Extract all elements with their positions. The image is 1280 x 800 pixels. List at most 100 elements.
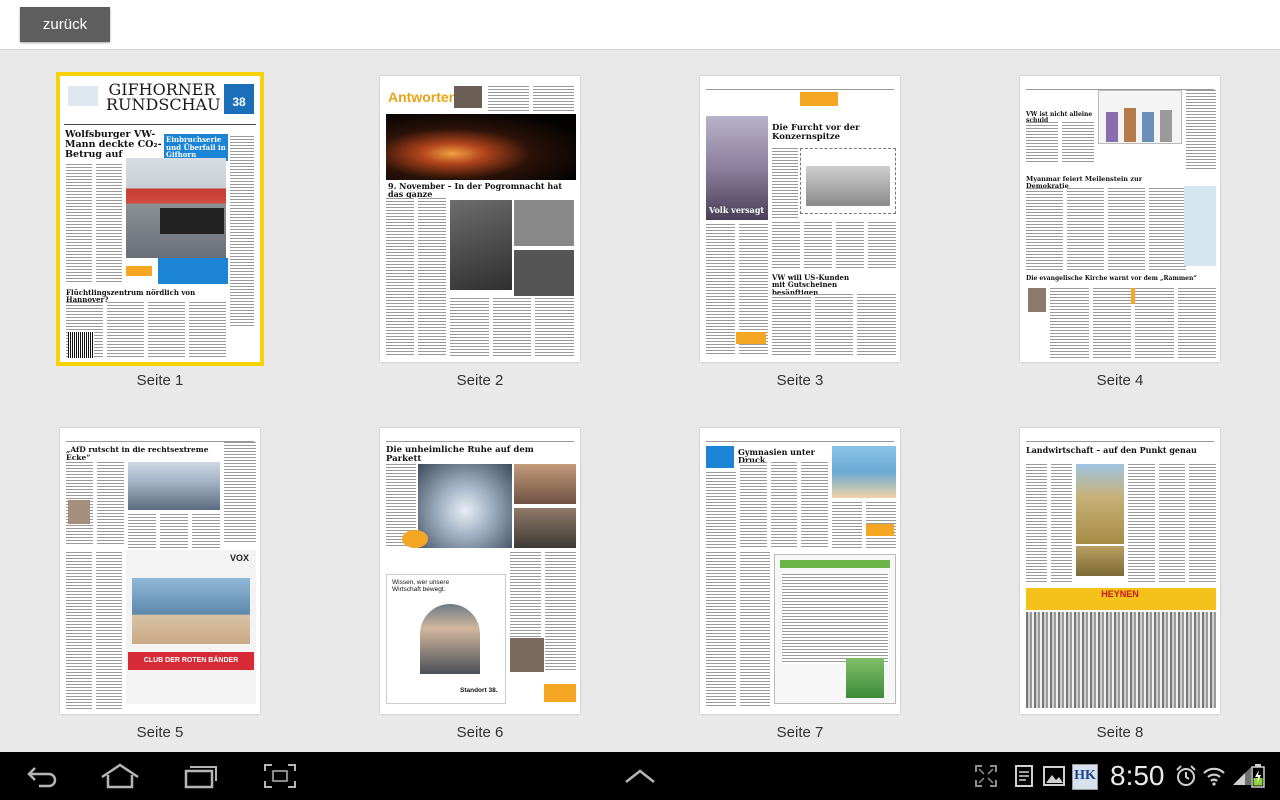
system-navigation-bar: HK 8:50 — [0, 752, 1280, 800]
article-text-2 — [1128, 464, 1217, 582]
page-header — [1026, 80, 1214, 90]
promo-label — [736, 332, 766, 344]
letter-text — [782, 574, 888, 664]
side-text — [772, 148, 798, 218]
tag-label — [800, 92, 838, 106]
page-preview: Landwirtschaft – auf den Punkt genau HEY… — [1020, 428, 1220, 714]
classified-ads — [1026, 612, 1216, 708]
bottom-headline: Die evangelische Kirche warnt vor dem „R… — [1026, 275, 1197, 282]
article-text-2 — [772, 222, 896, 270]
article-text — [1026, 188, 1186, 270]
sticker-badge — [402, 530, 428, 548]
app-notification-badge: HK — [1072, 764, 1098, 790]
portrait-photo — [510, 638, 544, 672]
article-text — [386, 198, 446, 356]
page-preview: VW ist nicht alleine schuld Myanmar feie… — [1020, 76, 1220, 362]
page-caption: Seite 5 — [136, 724, 184, 741]
screenshot-icon[interactable] — [260, 762, 300, 790]
page-caption: Seite 2 — [456, 372, 504, 389]
clock: 8:50 — [1110, 760, 1165, 791]
weather-graphic — [68, 86, 98, 106]
cartoon-figure-2 — [1124, 108, 1136, 142]
section-label — [706, 446, 734, 468]
side-text — [706, 472, 736, 548]
article-text — [740, 462, 829, 548]
recent-apps-icon[interactable] — [180, 762, 220, 790]
ad-title: CLUB DER ROTEN BÄNDER — [128, 652, 254, 670]
divider — [64, 124, 256, 125]
cast-photo — [132, 578, 250, 644]
article-text-2 — [128, 514, 220, 548]
left-column-text — [706, 552, 770, 706]
sidebar-text — [230, 136, 254, 326]
page-header — [386, 432, 574, 442]
side-headline: Einbruchserie und Überfall in Gifhorn — [164, 134, 228, 162]
car-photo — [160, 208, 224, 234]
archive-photos — [514, 200, 574, 296]
portrait-photo — [1028, 288, 1046, 312]
home-nav-icon[interactable] — [100, 762, 140, 790]
page-preview: Gymnasien unter Druck — [700, 428, 900, 714]
article-text — [66, 164, 122, 284]
field-photo — [1076, 464, 1124, 544]
article-text-3 — [772, 294, 897, 356]
barcode — [68, 332, 94, 358]
main-headline: Wolfsburger VW-Mann deckte CO₂-Betrug au… — [65, 129, 162, 160]
trading-floor-photo — [418, 464, 512, 548]
page-header — [706, 80, 894, 90]
page-caption: Seite 3 — [776, 372, 824, 389]
page-preview: „AfD rutscht in die rechtsextreme Ecke“ … — [60, 428, 260, 714]
sub-headline: 9. November – In der Pogromnacht hat das… — [388, 181, 563, 200]
portrait-photos — [454, 86, 482, 108]
car-photo — [806, 166, 890, 206]
battery-charging-icon — [1246, 762, 1270, 790]
portrait-photo — [68, 500, 90, 524]
page-grid: GIFHORNER RUNDSCHAU 38 Wolfsburger VW-Ma… — [0, 50, 1280, 752]
cartoon-figure-4 — [1160, 110, 1172, 142]
commentary-text — [1026, 122, 1094, 162]
ad-portrait — [420, 604, 480, 674]
main-headline: Landwirtschaft – auf den Punkt genau — [1026, 445, 1197, 455]
ad-brand: HEYNEN — [1101, 589, 1139, 599]
masthead: GIFHORNER RUNDSCHAU — [106, 80, 221, 114]
page-caption: Seite 8 — [1096, 724, 1144, 741]
main-headline: Die unheimliche Ruhe auf dem Parkett — [386, 445, 534, 464]
left-column-text — [66, 552, 122, 710]
field-photo-2 — [1076, 546, 1124, 576]
article-text-2 — [1050, 288, 1216, 358]
fire-photo — [386, 114, 576, 180]
sidebar-text — [1186, 90, 1216, 170]
bottom-headline: VW will US-Kunden mit Gutscheinen besänf… — [772, 273, 850, 297]
info-box — [158, 258, 228, 284]
product-bottles — [846, 658, 884, 698]
page-caption: Seite 7 — [776, 724, 824, 741]
page-preview: Volk versagt Die Furcht vor der Konzerns… — [700, 76, 900, 362]
back-button[interactable]: zurück — [20, 7, 110, 42]
ad-text: Wissen, wer unsere Wirtschaft bewegt. — [392, 579, 450, 593]
back-nav-icon[interactable] — [22, 762, 62, 790]
page-preview: Die unheimliche Ruhe auf dem Parkett Wis… — [380, 428, 580, 714]
page-caption: Seite 4 — [1096, 372, 1144, 389]
article-text — [1026, 464, 1072, 582]
page-caption: Seite 1 — [136, 372, 184, 389]
photo-label: Volk versagt — [709, 205, 765, 215]
ad-brand: VOX — [230, 553, 250, 563]
top-bar: zurück — [0, 0, 1280, 50]
article-text-2 — [450, 298, 575, 356]
gallery-icon — [1034, 762, 1074, 790]
map-graphic — [1184, 186, 1216, 266]
page-header — [706, 432, 894, 442]
main-headline: „AfD rutscht in die rechtsextreme Ecke“ — [66, 445, 209, 462]
classroom-photo — [832, 446, 896, 498]
group-photo — [514, 508, 576, 548]
people-photo — [514, 464, 576, 504]
main-headline: Die Furcht vor der Konzernspitze — [772, 123, 860, 142]
page-caption: Seite 6 — [456, 724, 504, 741]
chevron-up-icon[interactable] — [620, 762, 660, 790]
fullscreen-icon[interactable] — [966, 762, 1006, 790]
section-headline: Antworten — [388, 89, 458, 105]
cartoon-figure-1 — [1106, 112, 1118, 142]
page-preview: Antworten 9. November – In der Pogromnac… — [380, 76, 580, 362]
sidebar-text — [224, 442, 256, 542]
cartoon-figure-3 — [1142, 112, 1154, 142]
